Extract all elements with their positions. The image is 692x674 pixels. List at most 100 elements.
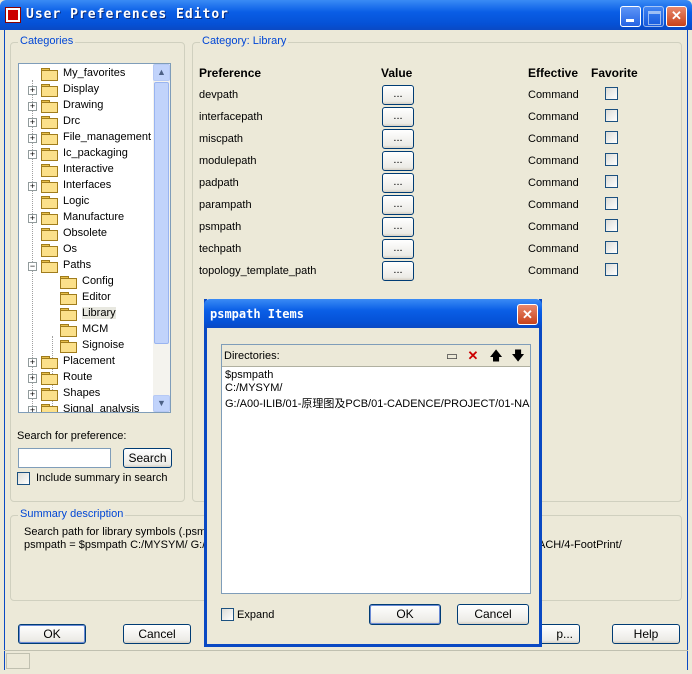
dialog-title: psmpath Items: [210, 307, 304, 321]
value-header: Value: [381, 66, 413, 80]
value-button-miscpath[interactable]: ...: [382, 129, 414, 149]
expand-icon[interactable]: +: [28, 406, 37, 412]
tree-item-ic-packaging[interactable]: + Ic_packaging: [19, 146, 154, 162]
tree-item-label: Library: [82, 307, 116, 319]
tree-item-drc[interactable]: + Drc: [19, 114, 154, 130]
expand-icon[interactable]: +: [28, 102, 37, 111]
value-button-parampath[interactable]: ...: [382, 195, 414, 215]
directory-item[interactable]: $psmpath: [225, 369, 273, 381]
collapse-icon[interactable]: −: [28, 262, 37, 271]
minimize-button[interactable]: [620, 6, 641, 27]
expand-icon[interactable]: +: [28, 374, 37, 383]
favorite-checkbox-techpath[interactable]: [605, 241, 618, 254]
tree-item-placement[interactable]: + Placement: [19, 354, 154, 370]
move-up-icon[interactable]: 🡅: [488, 348, 504, 364]
expand-checkbox[interactable]: [221, 608, 234, 621]
tree-item-config[interactable]: Config: [19, 274, 154, 290]
value-button-techpath[interactable]: ...: [382, 239, 414, 259]
maximize-button[interactable]: [643, 6, 664, 27]
scroll-thumb[interactable]: [154, 82, 169, 344]
tree-item-paths[interactable]: − Paths: [19, 258, 154, 274]
expand-icon[interactable]: +: [28, 86, 37, 95]
directories-panel: Directories: ▭ ✕ 🡅 🡇 $psmpath C:/MYSYM/ …: [221, 344, 531, 594]
tree-item-display[interactable]: + Display: [19, 82, 154, 98]
value-button-topology-template-path[interactable]: ...: [382, 261, 414, 281]
favorite-checkbox-topology-template-path[interactable]: [605, 263, 618, 276]
value-button-modulepath[interactable]: ...: [382, 151, 414, 171]
directories-list[interactable]: $psmpath C:/MYSYM/ G:/A00-ILIB/01-原理图及PC…: [222, 367, 530, 593]
tree-item-label: Display: [63, 83, 100, 95]
tree-item-label: Manufacture: [63, 211, 125, 223]
value-button-psmpath[interactable]: ...: [382, 217, 414, 237]
favorite-checkbox-miscpath[interactable]: [605, 131, 618, 144]
tree-item-editor[interactable]: Editor: [19, 290, 154, 306]
expand-icon[interactable]: +: [28, 182, 37, 191]
tree-item-my-favorites[interactable]: My_favorites: [19, 66, 154, 82]
expand-icon[interactable]: +: [28, 134, 37, 143]
value-button-padpath[interactable]: ...: [382, 173, 414, 193]
include-summary-label: Include summary in search: [36, 472, 168, 484]
folder-icon: [60, 324, 77, 337]
favorite-checkbox-devpath[interactable]: [605, 87, 618, 100]
status-bar: [4, 650, 688, 670]
tree-item-mcm[interactable]: MCM: [19, 322, 154, 338]
favorite-checkbox-interfacepath[interactable]: [605, 109, 618, 122]
help-button[interactable]: Help: [612, 624, 680, 644]
folder-icon: [60, 340, 77, 353]
delete-icon[interactable]: ✕: [465, 348, 481, 364]
cancel-button[interactable]: Cancel: [123, 624, 191, 644]
folder-icon: [41, 100, 58, 113]
expand-icon[interactable]: +: [28, 358, 37, 367]
value-button-interfacepath[interactable]: ...: [382, 107, 414, 127]
tree-item-library[interactable]: Library: [19, 306, 154, 322]
tree-item-interfaces[interactable]: + Interfaces: [19, 178, 154, 194]
search-button[interactable]: Search: [123, 448, 172, 468]
category-tree[interactable]: My_favorites + Display + Drawing + Drc +…: [18, 63, 171, 413]
favorite-checkbox-psmpath[interactable]: [605, 219, 618, 232]
pref-name-padpath: padpath: [199, 177, 239, 189]
scroll-down-icon[interactable]: ▼: [153, 395, 170, 412]
expand-icon[interactable]: +: [28, 214, 37, 223]
directory-item[interactable]: C:/MYSYM/: [225, 382, 282, 394]
tree-item-obsolete[interactable]: Obsolete: [19, 226, 154, 242]
tree-item-label: Shapes: [63, 387, 101, 399]
tree-item-interactive[interactable]: Interactive: [19, 162, 154, 178]
tree-item-label: Editor: [82, 291, 111, 303]
tree-item-os[interactable]: Os: [19, 242, 154, 258]
value-button-devpath[interactable]: ...: [382, 85, 414, 105]
tree-item-logic[interactable]: Logic: [19, 194, 154, 210]
tree-item-manufacture[interactable]: + Manufacture: [19, 210, 154, 226]
directory-item[interactable]: G:/A00-ILIB/01-原理图及PCB/01-CADENCE/PROJEC…: [225, 395, 529, 411]
close-button[interactable]: [666, 6, 687, 27]
expand-icon[interactable]: +: [28, 118, 37, 127]
dialog-cancel-button[interactable]: Cancel: [457, 604, 529, 625]
favorite-checkbox-modulepath[interactable]: [605, 153, 618, 166]
dialog-ok-button[interactable]: OK: [369, 604, 441, 625]
categories-label: Categories: [18, 35, 76, 47]
expand-icon[interactable]: +: [28, 390, 37, 399]
tree-item-shapes[interactable]: + Shapes: [19, 386, 154, 402]
tree-item-signal-analysis[interactable]: + Signal_analysis: [19, 402, 154, 412]
scroll-up-icon[interactable]: ▲: [153, 64, 170, 81]
folder-icon: [41, 68, 58, 81]
summary-label: Summary description: [18, 508, 126, 520]
new-item-icon[interactable]: ▭: [444, 348, 460, 364]
tree-item-label: Obsolete: [63, 227, 108, 239]
search-input[interactable]: [18, 448, 111, 468]
favorite-checkbox-padpath[interactable]: [605, 175, 618, 188]
move-down-icon[interactable]: 🡇: [510, 348, 526, 364]
tree-item-file-management[interactable]: + File_management: [19, 130, 154, 146]
tree-item-route[interactable]: + Route: [19, 370, 154, 386]
tree-item-drawing[interactable]: + Drawing: [19, 98, 154, 114]
expand-icon[interactable]: +: [28, 150, 37, 159]
pref-name-parampath: parampath: [199, 199, 252, 211]
favorite-checkbox-parampath[interactable]: [605, 197, 618, 210]
tree-scrollbar[interactable]: ▲ ▼: [153, 64, 170, 412]
folder-icon: [41, 212, 58, 225]
effective-padpath: Command: [528, 177, 579, 189]
effective-topology-template-path: Command: [528, 265, 579, 277]
include-summary-checkbox[interactable]: [17, 472, 30, 485]
tree-item-signoise[interactable]: Signoise: [19, 338, 154, 354]
ok-button[interactable]: OK: [18, 624, 86, 644]
dialog-close-icon[interactable]: ✕: [517, 304, 538, 325]
